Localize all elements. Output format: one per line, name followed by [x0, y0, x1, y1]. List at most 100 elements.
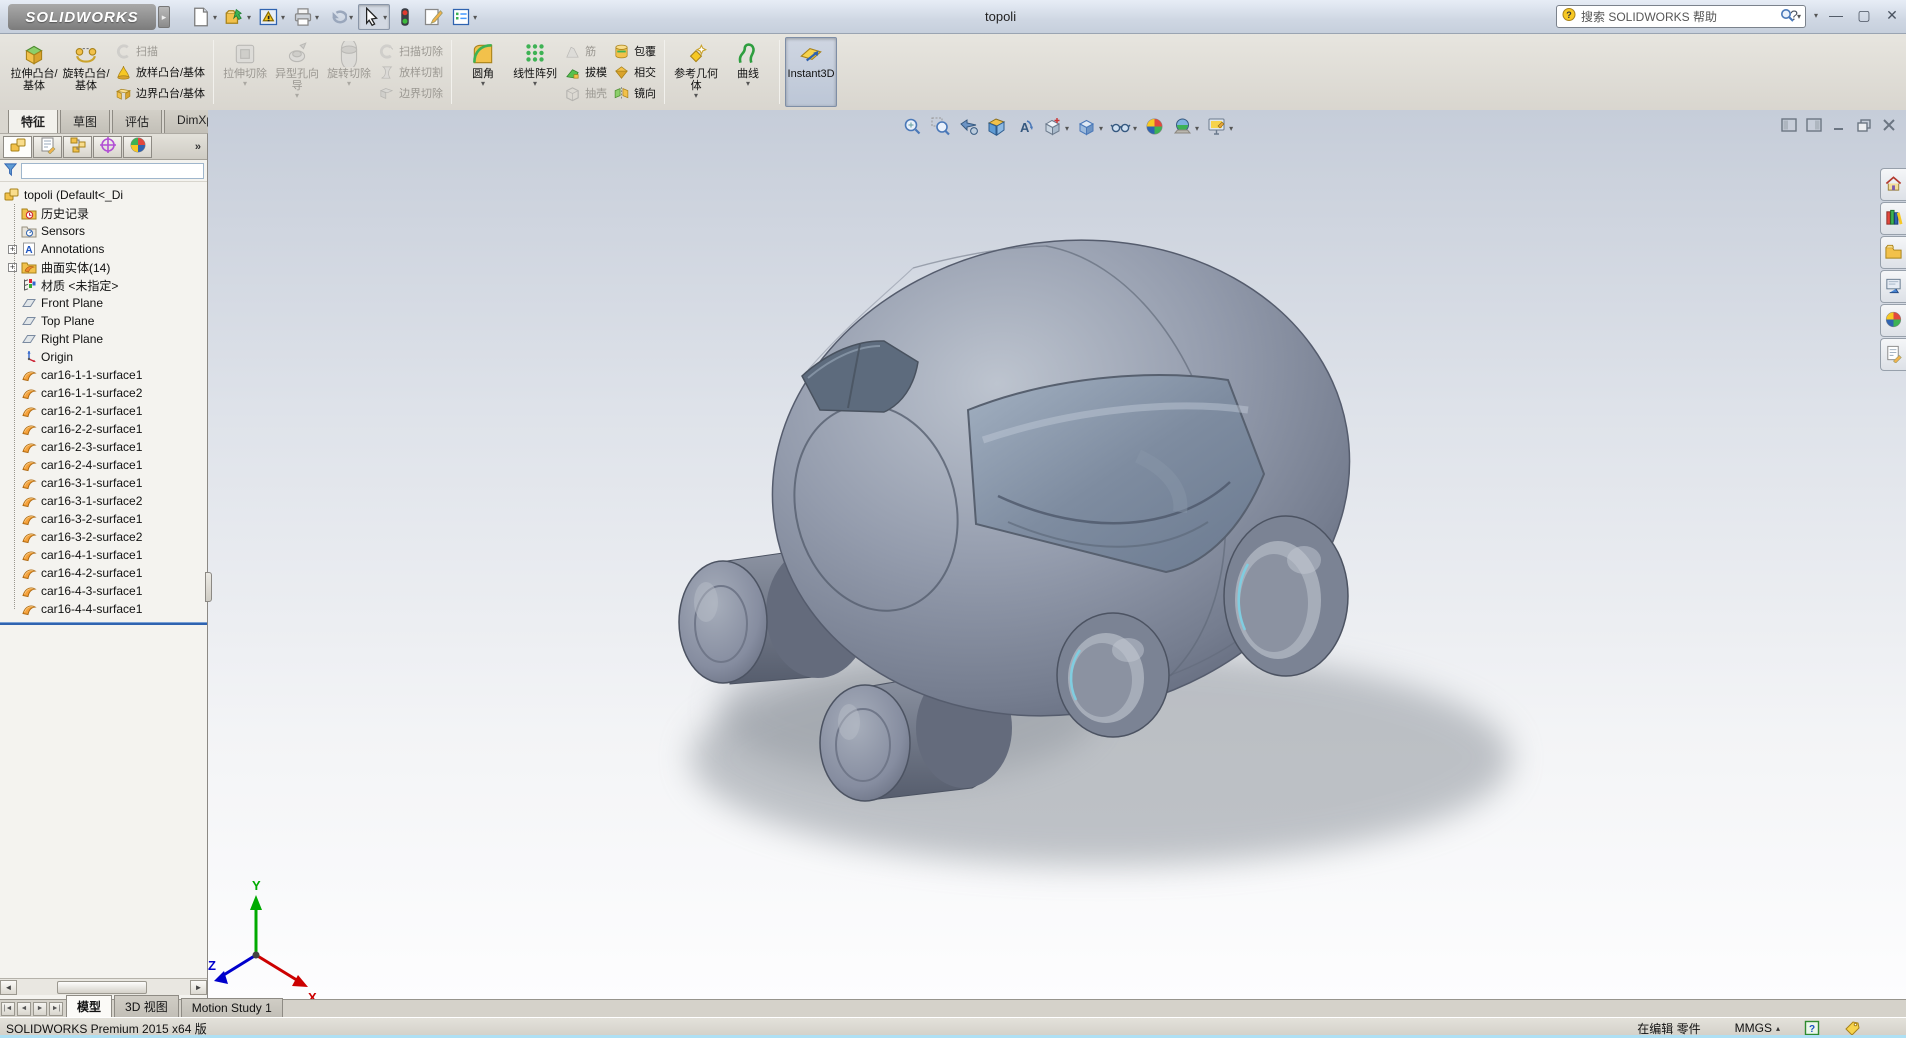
rebuild-button[interactable] [392, 4, 418, 30]
tab-特征[interactable]: 特征 [8, 110, 58, 135]
search-input[interactable]: 搜索 SOLIDWORKS 帮助 [1581, 8, 1779, 25]
panel-tab-dimxpert-manager[interactable] [93, 136, 122, 158]
tree-item-car16-4-2-surface1[interactable]: car16-4-2-surface1 [0, 564, 207, 582]
ribbon-button-intersect[interactable]: 相交 [610, 62, 659, 83]
first-tab-button[interactable]: |◄ [1, 1002, 15, 1016]
save-document-button[interactable]: ▾ [256, 4, 288, 30]
select-tool-button[interactable]: ▾ [358, 4, 390, 30]
doc-tab-3d-视图[interactable]: 3D 视图 [114, 995, 179, 1017]
tree-item-annotations[interactable]: +AAnnotations [0, 240, 207, 258]
ribbon-button-curves[interactable]: 曲线▾ [722, 37, 774, 107]
dropdown-caret-icon[interactable]: ▾ [281, 13, 285, 22]
ribbon-button-revolve-boss[interactable]: 旋转凸台/基体 [60, 37, 112, 107]
tree-item-origin[interactable]: Origin [0, 348, 207, 366]
dropdown-caret-icon[interactable]: ▾ [295, 92, 299, 101]
hide-show-items-button[interactable]: ▾ [1108, 115, 1139, 141]
tree-item-car16-1-1-surface1[interactable]: car16-1-1-surface1 [0, 366, 207, 384]
prev-tab-button[interactable]: ◄ [17, 1002, 31, 1016]
tags-icon[interactable] [1844, 1020, 1860, 1036]
task-pane-custom-properties-button[interactable] [1880, 338, 1906, 371]
ribbon-button-revolve-cut[interactable]: 旋转切除▾ [323, 37, 375, 107]
scroll-left-arrow[interactable]: ◄ [0, 980, 17, 995]
ribbon-button-instant3d[interactable]: Instant3D [785, 37, 837, 107]
orientation-triad[interactable]: Y X Z [208, 878, 317, 999]
tree-item-car16-2-2-surface1[interactable]: car16-2-2-surface1 [0, 420, 207, 438]
restore-document-button[interactable] [1855, 118, 1873, 133]
ribbon-button-extrude-boss[interactable]: 拉伸凸台/基体 [8, 37, 60, 107]
tree-item-car16-3-2-surface2[interactable]: car16-3-2-surface2 [0, 528, 207, 546]
wheel-rear-right[interactable] [1057, 613, 1169, 737]
ribbon-button-draft[interactable]: 拔模 [561, 62, 610, 83]
ribbon-button-rib[interactable]: 筋 [561, 41, 610, 62]
options-button[interactable] [420, 4, 446, 30]
task-pane-design-library-button[interactable] [1880, 202, 1906, 235]
split-pane-right-button[interactable] [1805, 118, 1823, 133]
undo-button[interactable]: ▾ [324, 4, 356, 30]
expand-icon[interactable]: + [8, 263, 17, 272]
tree-item-sensors[interactable]: Sensors [0, 222, 207, 240]
rollback-bar[interactable] [0, 622, 207, 625]
panel-tab-property-manager[interactable] [33, 136, 62, 158]
scroll-right-arrow[interactable]: ► [190, 980, 207, 995]
ribbon-button-sweep[interactable]: 扫描 [112, 41, 208, 62]
ribbon-button-boundary[interactable]: 边界凸台/基体 [112, 83, 208, 104]
ribbon-button-wrap[interactable]: 包覆 [610, 41, 659, 62]
tree-item-car16-3-2-surface1[interactable]: car16-3-2-surface1 [0, 510, 207, 528]
ribbon-button-loft-cut[interactable]: 放样切割 [375, 62, 446, 83]
panel-tab-display-manager[interactable] [123, 136, 152, 158]
tab-草图[interactable]: 草图 [60, 110, 110, 135]
panel-splitter-handle[interactable] [205, 572, 212, 602]
expand-icon[interactable]: + [8, 245, 17, 254]
minimize-document-button[interactable] [1830, 118, 1848, 133]
quick-tips-icon[interactable]: ? [1804, 1020, 1820, 1036]
help-button[interactable]: ? [1784, 5, 1804, 25]
ribbon-button-hole-wizard[interactable]: 异型孔向导▾ [271, 37, 323, 107]
ribbon-button-fillet[interactable]: 圆角▾ [457, 37, 509, 107]
panel-tab-configuration-manager[interactable] [63, 136, 92, 158]
ribbon-button-extrude-cut[interactable]: 拉伸切除▾ [219, 37, 271, 107]
file-properties-button[interactable]: ▾ [448, 4, 480, 30]
tree-item-car16-4-1-surface1[interactable]: car16-4-1-surface1 [0, 546, 207, 564]
3d-drawing-view-button[interactable]: A [1012, 115, 1037, 141]
dropdown-caret-icon[interactable]: ▾ [1065, 124, 1069, 133]
ribbon-button-ref-geometry[interactable]: 参考几何体▾ [670, 37, 722, 107]
dropdown-caret-icon[interactable]: ▾ [1099, 124, 1103, 133]
view-orientation-button[interactable]: ▾ [1040, 115, 1071, 141]
tree-item-car16-2-4-surface1[interactable]: car16-2-4-surface1 [0, 456, 207, 474]
ribbon-button-linear-pattern[interactable]: 线性阵列▾ [509, 37, 561, 107]
tree-horizontal-scrollbar[interactable]: ◄ ► [0, 978, 207, 995]
restore-button[interactable]: ▢ [1854, 5, 1874, 25]
task-pane-view-palette-button[interactable] [1880, 270, 1906, 303]
dropdown-caret-icon[interactable]: ▾ [315, 13, 319, 22]
tree-item-top-plane[interactable]: Top Plane [0, 312, 207, 330]
apply-scene-button[interactable]: ▾ [1170, 115, 1201, 141]
dropdown-caret-icon[interactable]: ▾ [349, 13, 353, 22]
graphics-area[interactable]: Y X Z [208, 110, 1906, 999]
task-pane-appearances-scenes-button[interactable] [1880, 304, 1906, 337]
units-selector[interactable]: MMGS ▴ [1735, 1021, 1780, 1035]
dropdown-caret-icon[interactable]: ▾ [746, 80, 750, 89]
doc-tab-motion-study-1[interactable]: Motion Study 1 [181, 998, 283, 1017]
scroll-thumb[interactable] [57, 981, 147, 994]
dropdown-caret-icon[interactable]: ▾ [347, 80, 351, 89]
panel-tabs-overflow[interactable]: » [195, 141, 201, 153]
open-document-button[interactable]: ▾ [222, 4, 254, 30]
edit-appearance-button[interactable] [1142, 115, 1167, 141]
dropdown-caret-icon[interactable]: ▾ [533, 80, 537, 89]
tree-item-car16-3-1-surface1[interactable]: car16-3-1-surface1 [0, 474, 207, 492]
next-tab-button[interactable]: ► [33, 1002, 47, 1016]
minimize-button[interactable]: — [1826, 5, 1846, 25]
zoom-to-fit-button[interactable] [900, 115, 925, 141]
section-view-button[interactable] [984, 115, 1009, 141]
dropdown-caret-icon[interactable]: ▾ [694, 92, 698, 101]
ribbon-button-mirror[interactable]: 镜向 [610, 83, 659, 104]
view-settings-button[interactable]: ▾ [1204, 115, 1235, 141]
dropdown-caret-icon[interactable]: ▾ [481, 80, 485, 89]
close-document-button[interactable] [1880, 118, 1898, 133]
tree-item--[interactable]: 历史记录 [0, 204, 207, 222]
tree-item-car16-2-1-surface1[interactable]: car16-2-1-surface1 [0, 402, 207, 420]
help-dropdown-icon[interactable]: ▾ [1814, 11, 1818, 20]
menu-expand-arrow[interactable]: ▸ [158, 6, 170, 28]
dropdown-caret-icon[interactable]: ▾ [473, 13, 477, 22]
tree-item--14-[interactable]: +曲面实体(14) [0, 258, 207, 276]
